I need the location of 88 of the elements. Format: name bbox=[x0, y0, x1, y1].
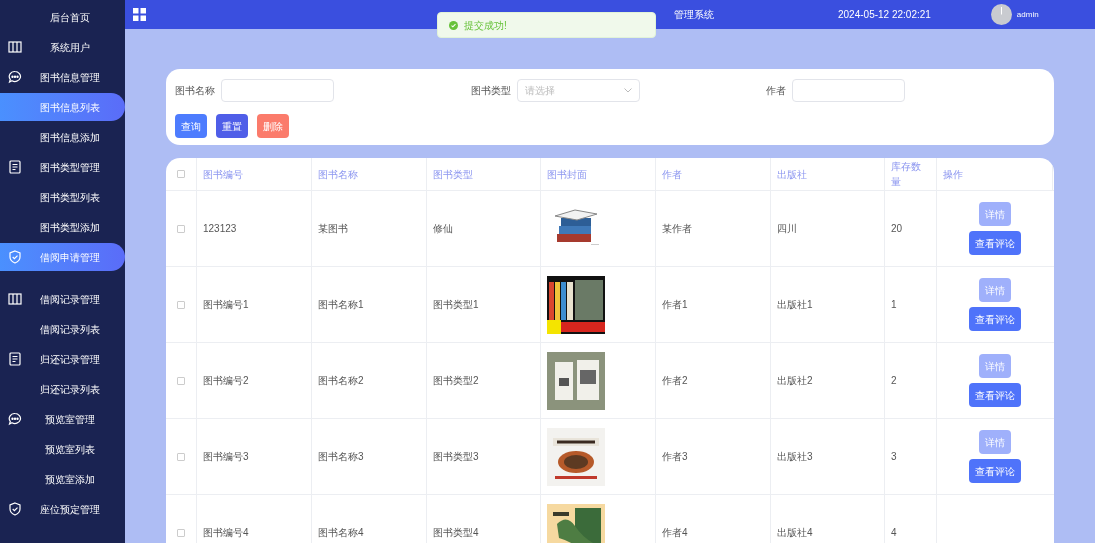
document-icon bbox=[8, 160, 22, 174]
table-cell-text: 图书编号1 bbox=[203, 298, 249, 312]
chat-icon bbox=[8, 412, 22, 426]
reset-button[interactable]: 重置 bbox=[216, 114, 248, 138]
sidebar-item[interactable]: 借阅记录列表 bbox=[0, 314, 125, 344]
sidebar-item[interactable]: 图书信息管理 bbox=[0, 62, 125, 92]
sidebar-item[interactable]: 预览室管理 bbox=[0, 404, 125, 434]
check-circle-icon bbox=[449, 20, 458, 30]
table-cell-text: 4 bbox=[891, 526, 897, 540]
shield-icon bbox=[8, 502, 22, 516]
sidebar-item[interactable]: 座位预定管理 bbox=[0, 494, 125, 524]
column-header: 出版社 bbox=[777, 167, 807, 182]
table-cell-text: 某图书 bbox=[318, 222, 348, 236]
table-cell-text: 3 bbox=[891, 450, 897, 464]
table-cell-text: 出版社1 bbox=[777, 298, 813, 312]
comments-button[interactable]: 查看评论 bbox=[969, 307, 1021, 331]
sidebar-item[interactable]: 图书类型管理 bbox=[0, 152, 125, 182]
row-checkbox[interactable] bbox=[177, 224, 185, 233]
table-cell-text: 1 bbox=[891, 298, 897, 312]
row-checkbox[interactable] bbox=[177, 452, 185, 461]
columns-icon bbox=[8, 292, 22, 306]
document-icon bbox=[8, 352, 22, 366]
sidebar-item[interactable]: 后台首页 bbox=[0, 2, 125, 32]
table-cell-text: 作者3 bbox=[662, 450, 688, 464]
table-cell-text: 图书编号4 bbox=[203, 526, 249, 540]
sidebar-item[interactable]: 预览室添加 bbox=[0, 464, 125, 494]
field-label: 作者 bbox=[766, 83, 786, 98]
column-header: 操作 bbox=[943, 167, 963, 182]
chevron-icon bbox=[624, 87, 632, 93]
table-cell-text: 图书类型4 bbox=[433, 526, 479, 540]
table-cell-text: 某作者 bbox=[662, 222, 692, 236]
sidebar-item[interactable]: 图书类型列表 bbox=[0, 182, 125, 212]
table-cell-text: 修仙 bbox=[433, 222, 453, 236]
field-label: 图书名称 bbox=[175, 83, 215, 98]
sidebar-item[interactable]: 预览室列表 bbox=[0, 434, 125, 464]
table-cell-text: 图书类型1 bbox=[433, 298, 479, 312]
column-header: 图书封面 bbox=[547, 167, 587, 182]
field-label: 图书类型 bbox=[471, 83, 511, 98]
column-header: 图书编号 bbox=[203, 167, 243, 182]
table-cell-text: 作者1 bbox=[662, 298, 688, 312]
table-cell-text: 2 bbox=[891, 374, 897, 388]
columns-icon bbox=[8, 40, 22, 54]
input-field[interactable] bbox=[221, 78, 334, 102]
datetime: 2024-05-12 22:02:21 bbox=[838, 8, 931, 22]
table-cell-text: 出版社4 bbox=[777, 526, 813, 540]
table-cell-text: 出版社3 bbox=[777, 450, 813, 464]
avatar-icon bbox=[990, 4, 1012, 25]
table-cell-text: 四川 bbox=[777, 222, 797, 236]
table-cell-text: 20 bbox=[891, 222, 903, 236]
shield-icon bbox=[8, 250, 22, 264]
sidebar-item[interactable]: 借阅申请管理 bbox=[0, 243, 125, 271]
table-cell-text: 图书类型2 bbox=[433, 374, 479, 388]
table-cell-text: 123123 bbox=[203, 222, 237, 236]
sidebar-item[interactable]: 系统用户 bbox=[0, 32, 125, 62]
checkbox[interactable] bbox=[177, 170, 185, 178]
sidebar-item[interactable]: 归还记录管理 bbox=[0, 344, 125, 374]
row-checkbox[interactable] bbox=[177, 376, 185, 385]
sidebar-item[interactable]: 图书信息列表 bbox=[0, 93, 125, 121]
chat-icon bbox=[8, 70, 22, 84]
table-cell-text: 作者2 bbox=[662, 374, 688, 388]
table-cell-text: 出版社2 bbox=[777, 374, 813, 388]
toast-message: 提交成功! bbox=[464, 18, 507, 33]
menu-icon[interactable] bbox=[133, 8, 146, 21]
sidebar-item[interactable]: 归还记录列表 bbox=[0, 374, 125, 404]
table-cell-text: 作者4 bbox=[662, 526, 688, 540]
comments-button[interactable]: 查看评论 bbox=[969, 383, 1021, 407]
table-cell-text: 图书类型3 bbox=[433, 450, 479, 464]
comments-button[interactable]: 查看评论 bbox=[969, 459, 1021, 483]
column-header: 图书类型 bbox=[433, 167, 473, 182]
column-header: 图书名称 bbox=[318, 167, 358, 182]
query-button[interactable]: 查询 bbox=[175, 114, 207, 138]
row-checkbox[interactable] bbox=[177, 300, 185, 309]
table-cell-text: 图书名称4 bbox=[318, 526, 364, 540]
table-cell-text: 图书名称1 bbox=[318, 298, 364, 312]
sidebar-item[interactable]: 图书信息添加 bbox=[0, 122, 125, 152]
input-field[interactable] bbox=[792, 78, 905, 102]
column-header: 作者 bbox=[662, 167, 682, 182]
system-title: 管理系统 bbox=[674, 8, 714, 22]
table-cell-text: 图书编号2 bbox=[203, 374, 249, 388]
username: admin bbox=[1016, 8, 1039, 21]
table-cell-text: 图书编号3 bbox=[203, 450, 249, 464]
sidebar-item[interactable]: 借阅记录管理 bbox=[0, 284, 125, 314]
comments-button[interactable]: 查看评论 bbox=[969, 231, 1021, 255]
table-cell-text: 图书名称3 bbox=[318, 450, 364, 464]
table-cell-text: 图书名称2 bbox=[318, 374, 364, 388]
row-checkbox[interactable] bbox=[177, 528, 185, 537]
sidebar-item[interactable]: 图书类型添加 bbox=[0, 212, 125, 242]
column-header: 库存数量 bbox=[891, 160, 922, 189]
